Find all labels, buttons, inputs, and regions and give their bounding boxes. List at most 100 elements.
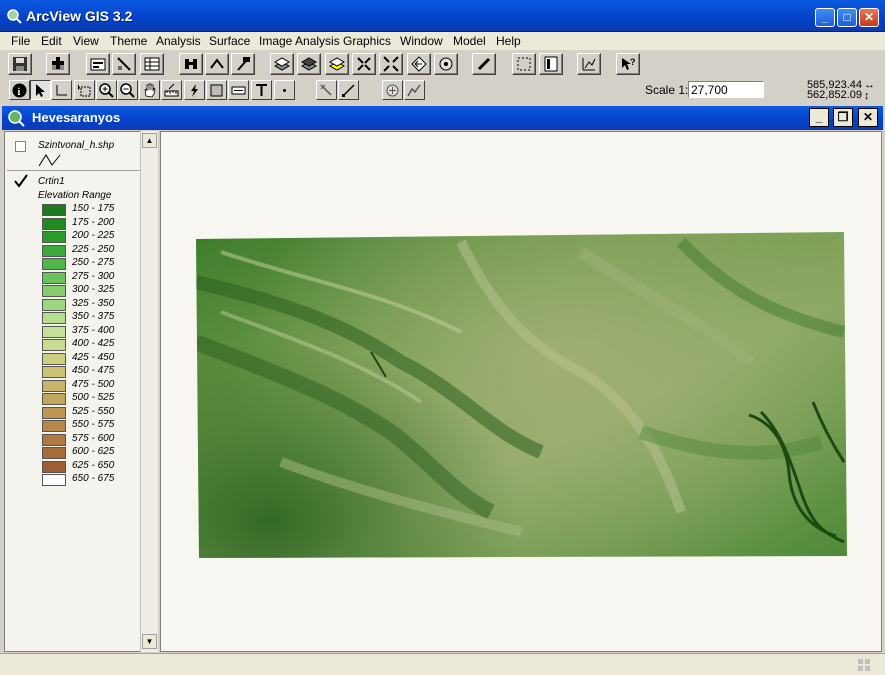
zoom-out-button[interactable] (379, 53, 403, 75)
create-layout-button[interactable] (512, 53, 536, 75)
clear-selected-button[interactable] (472, 53, 496, 75)
scale-input[interactable] (688, 81, 764, 98)
chart-button[interactable] (577, 53, 601, 75)
find-button[interactable] (179, 53, 203, 75)
text-tool[interactable] (251, 80, 272, 100)
legend-swatch[interactable] (42, 285, 66, 297)
menu-edit[interactable]: Edit (41, 34, 62, 48)
menu-file[interactable]: File (11, 34, 30, 48)
terrain-map[interactable] (161, 132, 881, 651)
legend-label: 350 - 375 (72, 311, 115, 322)
zoom-previous-button[interactable] (407, 53, 431, 75)
scroll-down-arrow[interactable]: ▼ (142, 634, 157, 649)
contour-tool[interactable] (316, 80, 337, 100)
query-builder-button[interactable] (231, 53, 255, 75)
legend-swatch[interactable] (42, 231, 66, 243)
pointer-tool[interactable] (30, 80, 51, 100)
spot-elevation-tool[interactable] (382, 80, 403, 100)
menu-surface[interactable]: Surface (209, 34, 250, 48)
add-theme-icon (52, 57, 64, 70)
profile-tool[interactable] (404, 80, 425, 100)
print-button[interactable] (539, 53, 563, 75)
legend-swatch[interactable] (42, 379, 66, 392)
layers-icon (274, 57, 290, 71)
view-minimize-button[interactable]: _ (809, 108, 829, 127)
layers-zoom-icon (301, 57, 317, 71)
identify-tool[interactable]: i (9, 80, 30, 100)
zoom-out-tool[interactable] (117, 80, 138, 100)
legend-swatch[interactable] (42, 271, 66, 284)
legend-swatch[interactable] (42, 474, 66, 486)
zoom-full-extent-button[interactable] (270, 53, 294, 75)
layers-selected-icon (329, 57, 345, 71)
legend-swatch[interactable] (42, 406, 66, 419)
view-close-button[interactable]: ✕ (858, 108, 878, 127)
open-table-button[interactable] (140, 53, 164, 75)
zoom-in-tool[interactable] (96, 80, 117, 100)
legend-swatch[interactable] (42, 325, 66, 338)
maximize-button[interactable]: □ (837, 8, 857, 27)
legend-swatch[interactable] (42, 204, 66, 216)
edit-legend-button[interactable] (112, 53, 136, 75)
legend-swatch[interactable] (42, 420, 66, 432)
hotlink-tool[interactable] (184, 80, 205, 100)
area-of-interest-tool[interactable] (206, 80, 227, 100)
legend-edit-icon (117, 57, 131, 71)
zoom-to-selected-button[interactable] (325, 53, 349, 75)
theme-name-szintvonal[interactable]: Szintvonal_h.shp (38, 140, 114, 151)
legend-swatch[interactable] (42, 433, 66, 446)
menu-analysis[interactable]: Analysis (156, 34, 201, 48)
close-button[interactable]: ✕ (859, 8, 879, 27)
theme-properties-button[interactable] (86, 53, 110, 75)
locate-address-button[interactable] (205, 53, 229, 75)
zoom-to-active-themes-button[interactable] (297, 53, 321, 75)
view-restore-button[interactable]: ❐ (833, 108, 853, 127)
theme-checkbox-szintvonal[interactable] (15, 141, 26, 152)
vertex-edit-tool[interactable] (51, 80, 72, 100)
minimize-button[interactable]: _ (815, 8, 835, 27)
legend-swatch[interactable] (42, 258, 66, 270)
legend-label: 175 - 200 (72, 216, 115, 228)
legend-swatch[interactable] (42, 339, 66, 351)
legend-swatch[interactable] (42, 366, 66, 378)
legend-swatch[interactable] (42, 460, 66, 473)
button-bar: ? (0, 51, 885, 78)
theme-checkmark-icon[interactable] (13, 173, 29, 189)
legend-swatch[interactable] (42, 244, 66, 257)
menu-theme[interactable]: Theme (110, 34, 147, 48)
legend-swatch[interactable] (42, 447, 66, 459)
legend-swatch[interactable] (42, 393, 66, 405)
save-button[interactable] (8, 53, 32, 75)
select-feature-tool[interactable] (74, 80, 95, 100)
status-bar (0, 653, 885, 675)
line-of-sight-tool[interactable] (338, 80, 359, 100)
legend-title: Elevation Range (38, 190, 112, 201)
menu-view[interactable]: View (73, 34, 99, 48)
zoom-in-arrows-icon (357, 57, 371, 71)
menu-model[interactable]: Model (453, 34, 486, 48)
menu-help[interactable]: Help (496, 34, 521, 48)
theme-name-crtin1[interactable]: Crtin1 (38, 176, 65, 187)
toc-scrollbar[interactable]: ▲ ▼ (140, 131, 158, 652)
legend-swatch[interactable] (42, 298, 66, 311)
resize-grip-icon[interactable] (856, 657, 872, 673)
pan-tool[interactable] (139, 80, 160, 100)
zoom-in-button[interactable] (352, 53, 376, 75)
legend-swatch[interactable] (42, 312, 66, 324)
menu-graphics[interactable]: Graphics (343, 34, 391, 48)
select-features-button[interactable] (434, 53, 458, 75)
legend-label: 275 - 300 (72, 270, 115, 282)
measure-tool[interactable] (161, 80, 182, 100)
map-display[interactable] (160, 131, 882, 652)
magnifier-plus-icon (99, 83, 114, 98)
draw-point-tool[interactable] (274, 80, 295, 100)
label-tool[interactable] (228, 80, 249, 100)
legend-swatch[interactable] (42, 352, 66, 365)
menu-image-analysis[interactable]: Image Analysis (259, 34, 340, 48)
help-button[interactable]: ? (616, 53, 640, 75)
menu-bar: File Edit View Theme Analysis Surface Im… (0, 32, 885, 50)
legend-swatch[interactable] (42, 217, 66, 230)
menu-window[interactable]: Window (400, 34, 443, 48)
scroll-up-arrow[interactable]: ▲ (142, 133, 157, 148)
add-theme-button[interactable] (46, 53, 70, 75)
